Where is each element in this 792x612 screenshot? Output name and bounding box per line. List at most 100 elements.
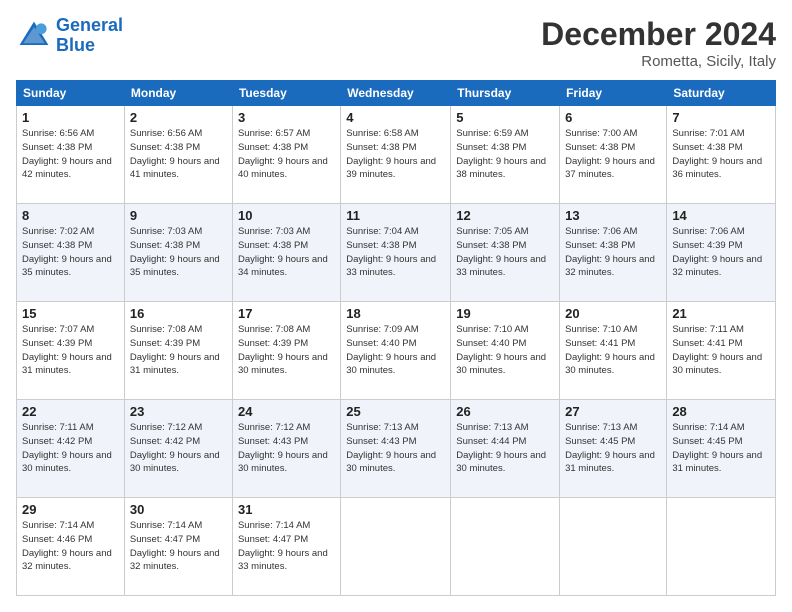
day-detail: Sunrise: 7:14 AM Sunset: 4:47 PM Dayligh… [238, 519, 335, 574]
weekday-header: Tuesday [232, 81, 340, 106]
calendar-day: 6 Sunrise: 7:00 AM Sunset: 4:38 PM Daylig… [560, 106, 667, 204]
day-number: 13 [565, 208, 661, 223]
calendar-day: 21Sunrise: 7:11 AM Sunset: 4:41 PM Dayli… [667, 302, 776, 400]
calendar-day: 22Sunrise: 7:11 AM Sunset: 4:42 PM Dayli… [17, 400, 125, 498]
day-number: 21 [672, 306, 770, 321]
weekday-header: Monday [124, 81, 232, 106]
weekday-header: Sunday [17, 81, 125, 106]
day-number: 3 [238, 110, 335, 125]
day-detail: Sunrise: 7:14 AM Sunset: 4:47 PM Dayligh… [130, 519, 227, 574]
weekday-header: Friday [560, 81, 667, 106]
calendar-day: 31 Sunrise: 7:14 AM Sunset: 4:47 PM Dayli… [232, 498, 340, 596]
empty-cell [667, 498, 776, 596]
day-detail: Sunrise: 7:03 AM Sunset: 4:38 PM Dayligh… [238, 225, 335, 280]
day-number: 4 [346, 110, 445, 125]
day-number: 23 [130, 404, 227, 419]
day-detail: Sunrise: 7:12 AM Sunset: 4:43 PM Dayligh… [238, 421, 335, 476]
day-number: 6 [565, 110, 661, 125]
day-number: 18 [346, 306, 445, 321]
day-detail: Sunrise: 7:01 AM Sunset: 4:38 PM Dayligh… [672, 127, 770, 182]
calendar-day: 4 Sunrise: 6:58 AM Sunset: 4:38 PM Daylig… [341, 106, 451, 204]
day-number: 29 [22, 502, 119, 517]
day-number: 9 [130, 208, 227, 223]
day-detail: Sunrise: 7:13 AM Sunset: 4:45 PM Dayligh… [565, 421, 661, 476]
location: Rometta, Sicily, Italy [541, 53, 776, 70]
day-detail: Sunrise: 7:13 AM Sunset: 4:43 PM Dayligh… [346, 421, 445, 476]
day-detail: Sunrise: 7:08 AM Sunset: 4:39 PM Dayligh… [130, 323, 227, 378]
calendar-day: 8 Sunrise: 7:02 AM Sunset: 4:38 PM Daylig… [17, 204, 125, 302]
day-number: 31 [238, 502, 335, 517]
weekday-header: Wednesday [341, 81, 451, 106]
calendar-day: 20 Sunrise: 7:10 AM Sunset: 4:41 PM Dayli… [560, 302, 667, 400]
day-detail: Sunrise: 7:11 AM Sunset: 4:42 PM Dayligh… [22, 421, 119, 476]
calendar-day: 13 Sunrise: 7:06 AM Sunset: 4:38 PM Dayli… [560, 204, 667, 302]
page: General Blue December 2024 Rometta, Sici… [0, 0, 792, 612]
header: General Blue December 2024 Rometta, Sici… [16, 16, 776, 70]
logo-line1: General [56, 15, 123, 35]
day-detail: Sunrise: 7:00 AM Sunset: 4:38 PM Dayligh… [565, 127, 661, 182]
day-detail: Sunrise: 6:59 AM Sunset: 4:38 PM Dayligh… [456, 127, 554, 182]
calendar-day: 9 Sunrise: 7:03 AM Sunset: 4:38 PM Daylig… [124, 204, 232, 302]
calendar-day: 27Sunrise: 7:13 AM Sunset: 4:45 PM Dayli… [560, 400, 667, 498]
day-number: 10 [238, 208, 335, 223]
day-detail: Sunrise: 7:07 AM Sunset: 4:39 PM Dayligh… [22, 323, 119, 378]
calendar-day: 19Sunrise: 7:10 AM Sunset: 4:40 PM Dayli… [451, 302, 560, 400]
day-detail: Sunrise: 7:08 AM Sunset: 4:39 PM Dayligh… [238, 323, 335, 378]
calendar-day: 12 Sunrise: 7:05 AM Sunset: 4:38 PM Dayli… [451, 204, 560, 302]
day-detail: Sunrise: 6:56 AM Sunset: 4:38 PM Dayligh… [130, 127, 227, 182]
empty-cell [341, 498, 451, 596]
day-number: 16 [130, 306, 227, 321]
calendar-day: 5 Sunrise: 6:59 AM Sunset: 4:38 PM Daylig… [451, 106, 560, 204]
day-detail: Sunrise: 7:10 AM Sunset: 4:41 PM Dayligh… [565, 323, 661, 378]
day-number: 7 [672, 110, 770, 125]
calendar-day: 17 Sunrise: 7:08 AM Sunset: 4:39 PM Dayli… [232, 302, 340, 400]
day-detail: Sunrise: 7:14 AM Sunset: 4:46 PM Dayligh… [22, 519, 119, 574]
day-detail: Sunrise: 6:56 AM Sunset: 4:38 PM Dayligh… [22, 127, 119, 182]
calendar-day: 10 Sunrise: 7:03 AM Sunset: 4:38 PM Dayli… [232, 204, 340, 302]
calendar-day: 24Sunrise: 7:12 AM Sunset: 4:43 PM Dayli… [232, 400, 340, 498]
day-detail: Sunrise: 7:04 AM Sunset: 4:38 PM Dayligh… [346, 225, 445, 280]
day-detail: Sunrise: 7:06 AM Sunset: 4:38 PM Dayligh… [565, 225, 661, 280]
calendar-day: 30 Sunrise: 7:14 AM Sunset: 4:47 PM Dayli… [124, 498, 232, 596]
logo-text: General Blue [56, 16, 123, 56]
day-detail: Sunrise: 7:12 AM Sunset: 4:42 PM Dayligh… [130, 421, 227, 476]
day-number: 5 [456, 110, 554, 125]
day-number: 17 [238, 306, 335, 321]
logo-icon [16, 18, 52, 54]
day-detail: Sunrise: 6:58 AM Sunset: 4:38 PM Dayligh… [346, 127, 445, 182]
day-number: 14 [672, 208, 770, 223]
day-number: 28 [672, 404, 770, 419]
calendar-day: 15Sunrise: 7:07 AM Sunset: 4:39 PM Dayli… [17, 302, 125, 400]
day-number: 30 [130, 502, 227, 517]
day-detail: Sunrise: 7:06 AM Sunset: 4:39 PM Dayligh… [672, 225, 770, 280]
day-detail: Sunrise: 7:10 AM Sunset: 4:40 PM Dayligh… [456, 323, 554, 378]
day-number: 1 [22, 110, 119, 125]
calendar-day: 7 Sunrise: 7:01 AM Sunset: 4:38 PM Daylig… [667, 106, 776, 204]
day-number: 26 [456, 404, 554, 419]
empty-cell [451, 498, 560, 596]
day-detail: Sunrise: 6:57 AM Sunset: 4:38 PM Dayligh… [238, 127, 335, 182]
day-detail: Sunrise: 7:09 AM Sunset: 4:40 PM Dayligh… [346, 323, 445, 378]
calendar-day: 16 Sunrise: 7:08 AM Sunset: 4:39 PM Dayli… [124, 302, 232, 400]
calendar-day: 25Sunrise: 7:13 AM Sunset: 4:43 PM Dayli… [341, 400, 451, 498]
day-number: 2 [130, 110, 227, 125]
logo: General Blue [16, 16, 123, 56]
calendar-day: 11Sunrise: 7:04 AM Sunset: 4:38 PM Dayli… [341, 204, 451, 302]
calendar-day: 2 Sunrise: 6:56 AM Sunset: 4:38 PM Daylig… [124, 106, 232, 204]
month-title: December 2024 [541, 16, 776, 53]
day-detail: Sunrise: 7:05 AM Sunset: 4:38 PM Dayligh… [456, 225, 554, 280]
calendar-day: 26 Sunrise: 7:13 AM Sunset: 4:44 PM Dayli… [451, 400, 560, 498]
empty-cell [560, 498, 667, 596]
calendar-day: 23 Sunrise: 7:12 AM Sunset: 4:42 PM Dayli… [124, 400, 232, 498]
calendar-day: 18 Sunrise: 7:09 AM Sunset: 4:40 PM Dayli… [341, 302, 451, 400]
calendar-day: 29 Sunrise: 7:14 AM Sunset: 4:46 PM Dayli… [17, 498, 125, 596]
day-detail: Sunrise: 7:13 AM Sunset: 4:44 PM Dayligh… [456, 421, 554, 476]
day-number: 12 [456, 208, 554, 223]
day-number: 20 [565, 306, 661, 321]
calendar-table: SundayMondayTuesdayWednesdayThursdayFrid… [16, 80, 776, 596]
day-number: 8 [22, 208, 119, 223]
day-detail: Sunrise: 7:02 AM Sunset: 4:38 PM Dayligh… [22, 225, 119, 280]
weekday-header: Thursday [451, 81, 560, 106]
title-block: December 2024 Rometta, Sicily, Italy [541, 16, 776, 70]
day-detail: Sunrise: 7:03 AM Sunset: 4:38 PM Dayligh… [130, 225, 227, 280]
